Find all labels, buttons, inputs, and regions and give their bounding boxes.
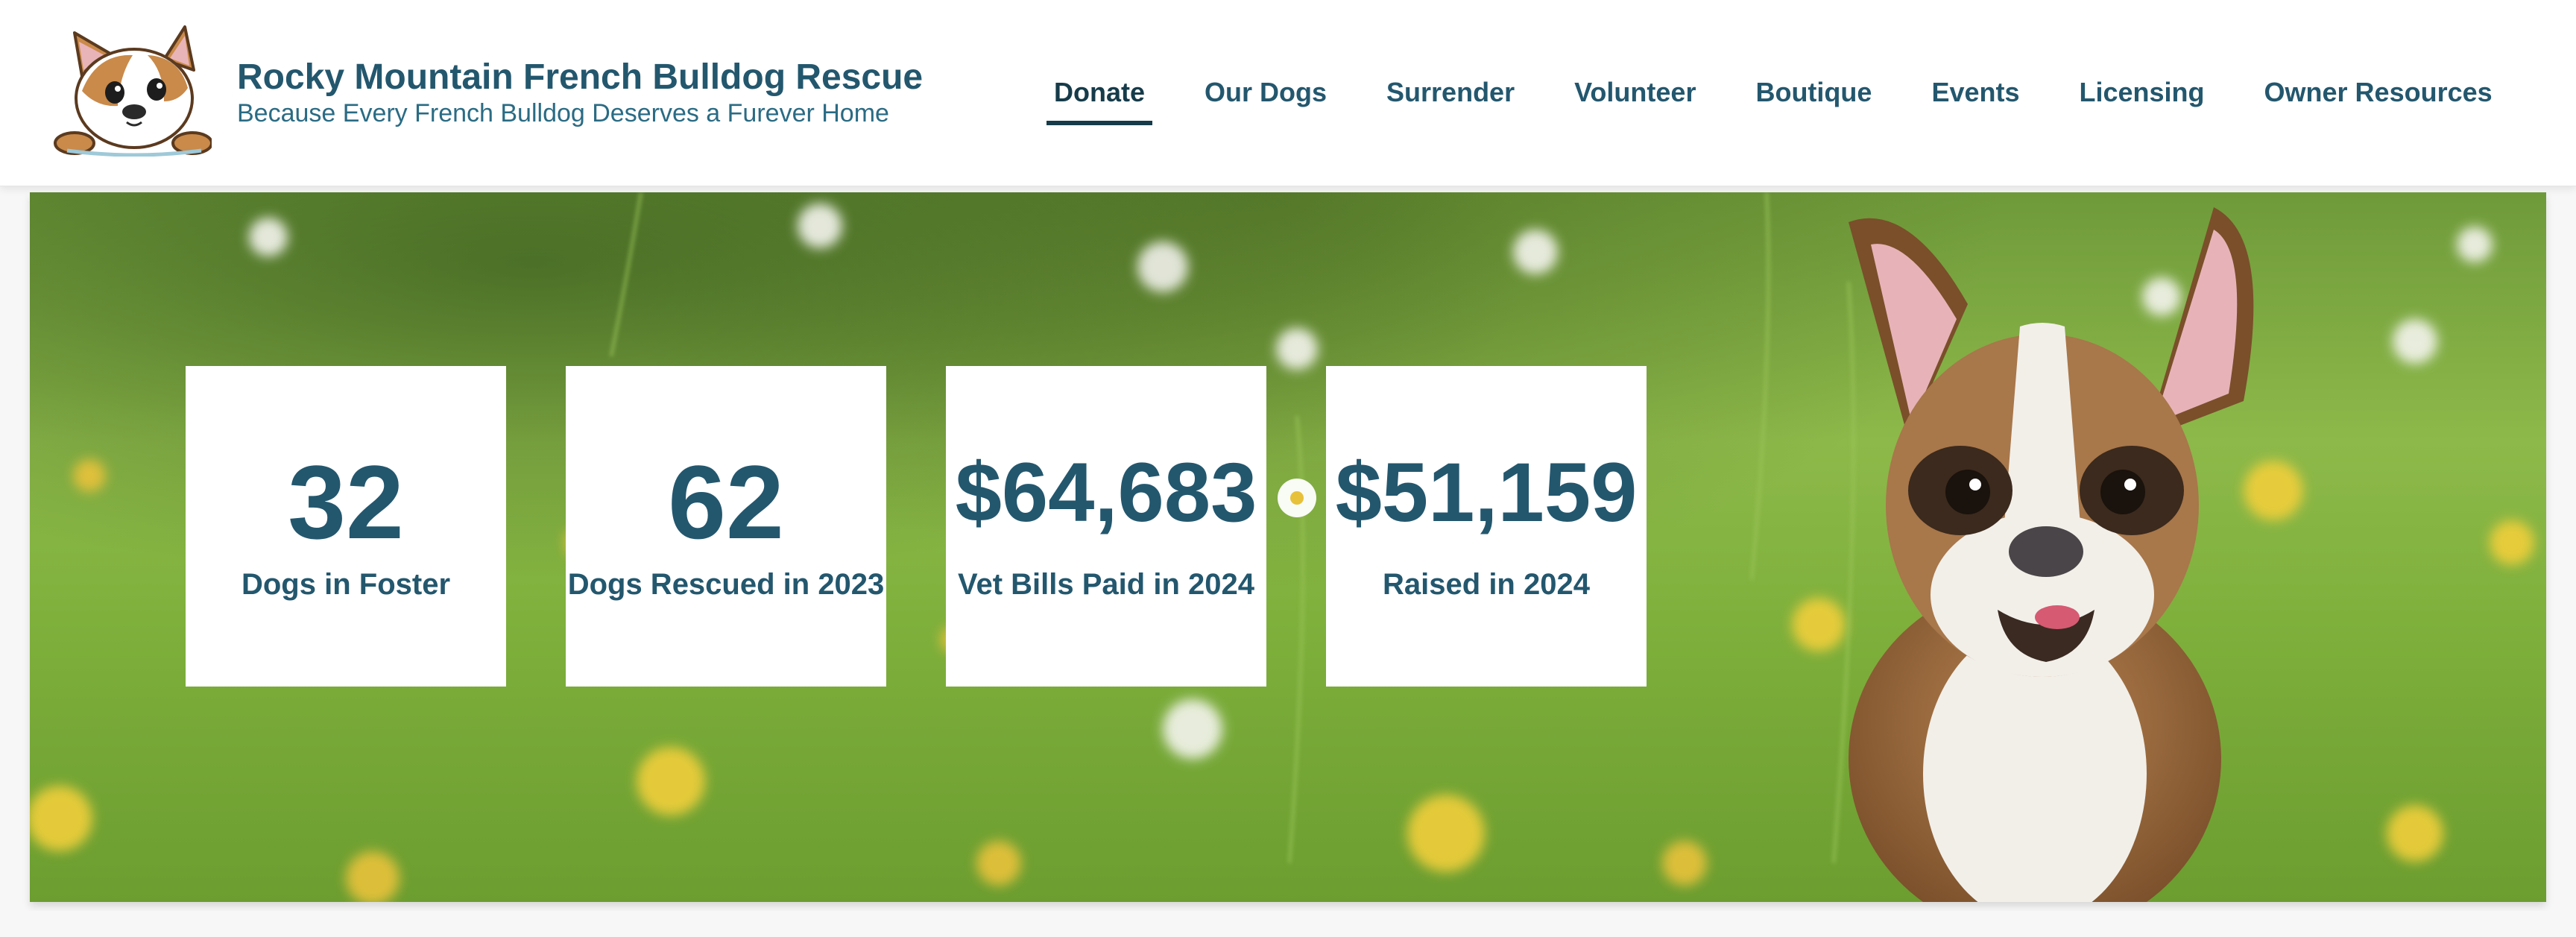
brand-block[interactable]: Rocky Mountain French Bulldog Rescue Bec… (237, 57, 923, 128)
stat-label: Vet Bills Paid in 2024 (958, 568, 1254, 601)
site-title[interactable]: Rocky Mountain French Bulldog Rescue (237, 57, 923, 98)
site-tagline: Because Every French Bulldog Deserves a … (237, 99, 889, 127)
nav-licensing[interactable]: Licensing (2072, 67, 2212, 125)
nav-donate[interactable]: Donate (1046, 67, 1153, 125)
stat-card-vet-bills: $64,683 Vet Bills Paid in 2024 (946, 366, 1266, 687)
main-nav: Donate Our Dogs Surrender Volunteer Bout… (1046, 67, 2500, 125)
site-header: Rocky Mountain French Bulldog Rescue Bec… (0, 0, 2576, 186)
french-bulldog-logo-icon[interactable] (52, 24, 213, 157)
stat-label: Dogs in Foster (241, 568, 451, 601)
nav-our-dogs[interactable]: Our Dogs (1197, 67, 1334, 125)
nav-volunteer[interactable]: Volunteer (1567, 67, 1703, 125)
hero-banner: 32 Dogs in Foster 62 Dogs Rescued in 202… (30, 192, 2546, 902)
nav-events[interactable]: Events (1924, 67, 2027, 125)
page-bottom-area (0, 911, 2576, 937)
stat-value: 32 (288, 444, 404, 561)
stat-label: Dogs Rescued in 2023 (567, 568, 885, 601)
nav-owner-resources[interactable]: Owner Resources (2257, 67, 2500, 125)
stat-card-raised: $51,159 Raised in 2024 (1326, 366, 1647, 687)
french-bulldog-photo (1849, 207, 2254, 902)
stat-value: $51,159 (1335, 446, 1638, 539)
stat-card-dogs-in-foster: 32 Dogs in Foster (186, 366, 506, 687)
stat-value: $64,683 (955, 446, 1257, 539)
nav-surrender[interactable]: Surrender (1379, 67, 1522, 125)
nav-boutique[interactable]: Boutique (1748, 67, 1879, 125)
stat-card-dogs-rescued: 62 Dogs Rescued in 2023 (566, 366, 886, 687)
stat-label: Raised in 2024 (1383, 568, 1590, 601)
stat-value: 62 (668, 444, 784, 561)
